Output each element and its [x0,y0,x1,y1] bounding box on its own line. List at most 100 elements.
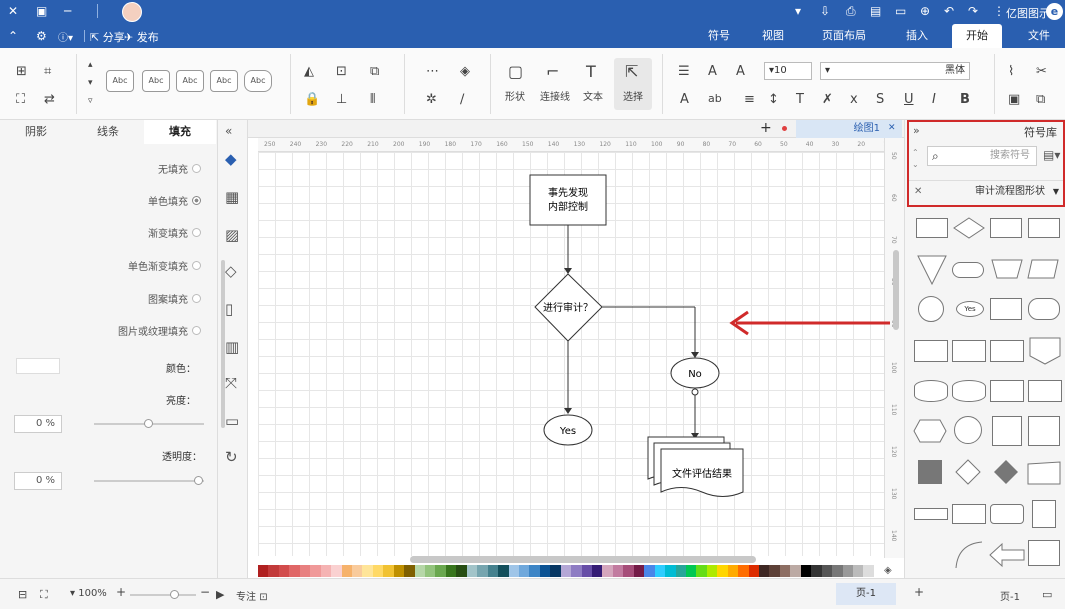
color-swatch[interactable] [852,565,864,577]
shape-merge[interactable] [916,254,948,286]
text-case-icon[interactable]: ab [708,92,722,105]
add-page-button[interactable]: + [914,585,924,599]
share-button[interactable]: ⇱ 分享 [90,29,125,45]
connector-point[interactable] [691,388,699,396]
fill-option-picture[interactable]: 图片或纹理填充 [118,323,201,338]
color-swatch[interactable] [320,565,332,577]
shape-page[interactable] [1032,500,1056,528]
shape-rounded-rect[interactable] [990,504,1024,524]
shape-card[interactable] [1028,380,1062,402]
style-sample[interactable]: Abc [244,70,272,92]
color-swatch[interactable] [685,565,697,577]
color-swatch[interactable] [644,565,655,577]
color-swatch[interactable] [654,565,666,577]
color-swatch[interactable] [351,565,363,577]
fullscreen-icon[interactable]: ⛶ [40,588,48,602]
scroll-up-icon[interactable]: ⌃ [912,148,919,157]
shape-decision[interactable] [952,216,986,240]
superscript-icon[interactable]: x [850,92,858,107]
pointer-icon[interactable]: ⇱ [625,62,638,81]
shape-delay[interactable] [952,504,986,524]
color-swatch[interactable] [383,565,394,577]
scroll-down-icon[interactable]: ⌄ [912,160,919,169]
tab-file[interactable]: 文件 [1014,24,1064,48]
collapse-panel-icon[interactable]: « [225,124,232,138]
shape-manual-input[interactable] [916,218,948,238]
color-swatch[interactable] [16,358,60,374]
color-swatch[interactable] [727,565,739,577]
shape-document[interactable] [990,298,1022,320]
scrollbar[interactable] [221,260,225,428]
color-swatch[interactable] [748,565,759,577]
avatar[interactable] [122,2,142,22]
transparency-slider-handle[interactable] [194,476,203,485]
fill-bucket-icon[interactable]: ◈ [884,565,892,576]
lock-icon[interactable]: 🔒 [304,92,320,107]
minimize-icon[interactable]: ─ [64,4,71,18]
fill-option-none[interactable]: 无填充 [158,161,201,176]
copy-icon[interactable]: ⧉ [1036,92,1045,107]
color-swatch[interactable] [623,565,634,577]
brightness-slider-handle[interactable] [144,419,153,428]
shape-icon[interactable]: ▢ [508,62,523,81]
zoom-in-icon[interactable]: + [116,585,126,599]
shape-note[interactable] [1028,540,1060,566]
connector-icon[interactable]: ⌐ [546,62,559,81]
select-tool-label[interactable]: 选择 [623,88,643,103]
zoom-select[interactable]: ▾ 100% [70,588,107,599]
tab-symbols[interactable]: 符号 [694,24,744,48]
more-icon[interactable]: ▾ [795,4,801,18]
style-sample[interactable]: Abc [142,70,170,92]
collapse-ribbon-icon[interactable]: ⌃ [8,29,18,43]
history-icon[interactable]: ↻ [225,448,238,466]
maximize-icon[interactable]: ▣ [36,4,47,18]
line-color-icon[interactable]: ∕ [460,92,464,107]
text-align-icon[interactable]: ≡ [744,92,755,107]
connector-tool-label[interactable]: 连接线 [540,88,570,103]
color-swatch[interactable] [289,565,300,577]
settings-icon[interactable]: ⚙ [36,29,47,43]
tab-view[interactable]: 视图 [748,24,798,48]
color-swatch[interactable] [331,565,342,577]
color-swatch[interactable] [508,565,519,577]
paste-icon[interactable]: ▣ [1008,92,1020,107]
color-swatch[interactable] [738,565,749,577]
color-swatch[interactable] [696,565,707,577]
zoom-slider[interactable] [130,594,196,596]
color-swatch[interactable] [675,565,686,577]
font-size-select[interactable]: 10 ▾ [764,62,812,80]
text-tool-label[interactable]: 文本 [583,88,603,103]
color-swatch[interactable] [800,565,812,577]
color-swatch[interactable] [498,565,509,577]
color-swatch[interactable] [706,565,718,577]
fill-option-single-gradient[interactable]: 单色渐变填充 [128,258,201,273]
redo-icon[interactable]: ↷ [968,4,978,18]
color-swatch[interactable] [268,565,279,577]
transparency-input[interactable]: 0 % [14,472,62,490]
color-swatch[interactable] [393,565,405,577]
shape-diamond-filled[interactable] [992,458,1020,486]
color-swatch[interactable] [362,565,373,577]
tab-shadow[interactable]: 阴影 [0,120,72,144]
fill-option-pattern[interactable]: 图案填充 [148,291,201,306]
color-swatch[interactable] [759,565,770,577]
italic-icon[interactable]: I [932,92,936,107]
color-swatch[interactable] [665,565,676,577]
save-icon[interactable]: ▤ [870,4,881,18]
size-icon[interactable]: ⊡ [336,64,347,79]
zoom-slider-handle[interactable] [170,590,179,599]
shape-or[interactable] [954,416,982,444]
close-icon[interactable]: ✕ [8,4,18,18]
color-swatch[interactable] [769,565,780,577]
line-style-icon[interactable]: ⋯ [426,64,439,79]
shape-tool-label[interactable]: 形状 [505,88,525,103]
color-swatch[interactable] [310,565,321,577]
strikethrough-icon[interactable]: S [876,92,884,107]
shape-loop-limit[interactable] [1026,460,1062,486]
shape-data[interactable] [1026,258,1060,280]
help-icon[interactable]: ⓘ▾ [58,29,73,44]
image-icon[interactable]: ▨ [225,226,239,244]
undo-icon[interactable]: ↶ [944,4,954,18]
scroll-up-icon[interactable]: ▴ [88,60,93,70]
tab-page-layout[interactable]: 页面布局 [808,24,880,48]
